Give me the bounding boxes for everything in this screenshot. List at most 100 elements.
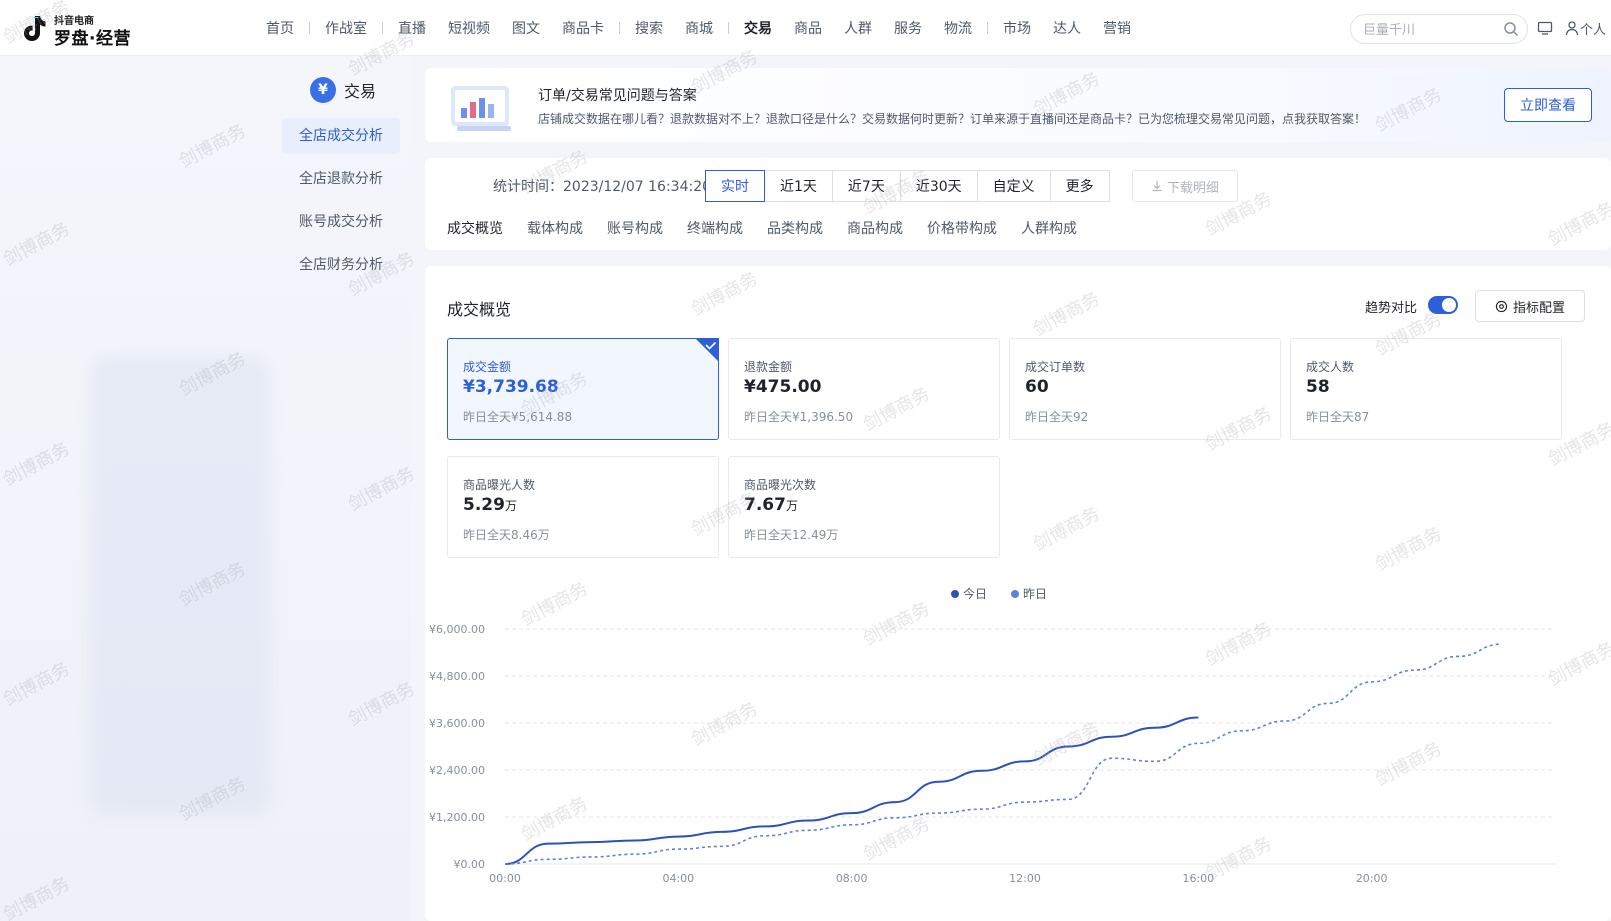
tab-account[interactable]: 账号构成 [607,218,663,238]
metric-label: 商品曝光人数 [463,478,536,492]
metric-config-button[interactable]: 指标配置 [1475,290,1585,322]
nav-divider [619,22,620,34]
legend-dot [1011,590,1019,598]
logo[interactable]: 抖音电商 罗盘·经营 [18,10,138,49]
view-now-button[interactable]: 立即查看 [1504,88,1592,122]
nav-market[interactable]: 市场 [992,18,1042,38]
nav-home[interactable]: 首页 [255,18,305,38]
settings-icon [1495,300,1508,312]
x-axis-ticks: 00:00 04:00 08:00 12:00 16:00 20:00 [489,872,1387,885]
time-custom-button[interactable]: 自定义 [976,170,1051,202]
metric-yesterday: 昨日全天8.46万 [463,528,550,542]
search-input[interactable] [1363,20,1498,40]
top-nav: 首页 作战室 直播 短视频 图文 商品卡 搜索 商城 交易 商品 人群 服务 物… [255,0,1142,56]
sidebar-decoration [90,356,270,816]
x-tick-label: 16:00 [1182,872,1214,885]
legend-label[interactable]: 昨日 [1023,587,1047,601]
y-axis-ticks: ¥0.00 ¥1,200.00 ¥2,400.00 ¥3,600.00 ¥4,800.0… [429,623,485,871]
tab-carrier[interactable]: 载体构成 [527,218,583,238]
analysis-subtabs: 成交概览 载体构成 账号构成 终端构成 品类构成 商品构成 价格带构成 人群构成 [447,218,1101,238]
nav-search[interactable]: 搜索 [624,18,674,38]
nav-live[interactable]: 直播 [387,18,437,38]
tab-audience[interactable]: 人群构成 [1021,218,1077,238]
metric-value: 7.67万 [744,495,798,515]
metric-yesterday: 昨日全天92 [1025,410,1089,424]
time-30days-button[interactable]: 近30天 [899,170,978,202]
y-tick-label: ¥4,800.00 [429,670,485,683]
time-more-button[interactable]: 更多 [1049,170,1110,202]
metric-card-refund[interactable]: 退款金额 ¥475.00 昨日全天¥1,396.50 [728,338,1000,440]
sidebar-item-store-finance-analysis[interactable]: 全店财务分析 [282,247,400,283]
nav-logistics[interactable]: 物流 [933,18,983,38]
metric-value: ¥3,739.68 [463,377,559,397]
top-header: 抖音电商 罗盘·经营 首页 作战室 直播 短视频 图文 商品卡 搜索 商城 交易… [0,0,1611,56]
nav-trade[interactable]: 交易 [733,18,783,38]
metric-yesterday: 昨日全天87 [1306,410,1370,424]
user-icon[interactable] [1565,20,1579,36]
banner-title: 订单/交易常见问题与答案 [538,88,697,104]
time-realtime-button[interactable]: 实时 [705,170,765,202]
nav-image-text[interactable]: 图文 [501,18,551,38]
metric-card-exposure-times[interactable]: 商品曝光次数 7.67万 昨日全天12.49万 [728,456,1000,558]
metric-yesterday: 昨日全天¥1,396.50 [744,410,854,424]
time-1day-button[interactable]: 近1天 [764,170,833,202]
search-icon[interactable] [1503,21,1519,37]
sidebar: ¥ 交易 全店成交分析 全店退款分析 账号成交分析 全店财务分析 [0,56,410,921]
toggle-knob [1442,298,1456,312]
metric-label: 退款金额 [744,360,793,374]
nav-marketing[interactable]: 营销 [1092,18,1142,38]
sidebar-section-title: ¥ 交易 [310,76,376,104]
x-tick-label: 04:00 [662,872,694,885]
tab-price-band[interactable]: 价格带构成 [927,218,997,238]
nav-product[interactable]: 商品 [783,18,833,38]
x-tick-label: 00:00 [489,872,521,885]
tab-category[interactable]: 品类构成 [767,218,823,238]
y-tick-label: ¥1,200.00 [429,811,485,824]
nav-war-room[interactable]: 作战室 [314,18,378,38]
nav-service[interactable]: 服务 [883,18,933,38]
metric-label: 成交订单数 [1025,360,1086,374]
download-label: 下载明细 [1166,180,1219,196]
metric-card-orders[interactable]: 成交订单数 60 昨日全天92 [1009,338,1281,440]
logo-title: 罗盘·经营 [54,29,131,49]
nav-mall[interactable]: 商城 [674,18,724,38]
x-tick-label: 20:00 [1356,872,1388,885]
y-tick-label: ¥0.00 [454,858,486,871]
metric-number: 60 [1025,377,1049,397]
y-tick-label: ¥3,600.00 [429,717,485,730]
tab-overview[interactable]: 成交概览 [447,218,503,238]
nav-short-video[interactable]: 短视频 [437,18,501,38]
overview-panel: 成交概览 趋势对比 指标配置 成交金额 ¥3,739.68 昨日全天¥5,614… [425,266,1611,921]
tab-product[interactable]: 商品构成 [847,218,903,238]
trend-compare-label: 趋势对比 [1365,301,1418,316]
yen-icon: ¥ [310,77,336,103]
sidebar-item-store-refund-analysis[interactable]: 全店退款分析 [282,161,400,197]
y-tick-label: ¥6,000.00 [429,623,485,636]
legend-label[interactable]: 今日 [963,586,987,601]
time-7days-button[interactable]: 近7天 [831,170,901,202]
nav-product-card[interactable]: 商品卡 [551,18,615,38]
legend-dot [951,590,959,598]
search-box[interactable] [1350,14,1528,44]
tab-terminal[interactable]: 终端构成 [687,218,743,238]
download-details-button[interactable]: 下载明细 [1132,170,1238,202]
metric-number: 5.29 [463,495,505,515]
sidebar-item-account-trade-analysis[interactable]: 账号成交分析 [282,204,400,240]
metric-label: 成交金额 [463,360,512,374]
metric-card-buyers[interactable]: 成交人数 58 昨日全天87 [1290,338,1562,440]
nav-influencer[interactable]: 达人 [1042,18,1092,38]
filter-panel: 统计时间：2023/12/07 16:34:20 实时 近1天 近7天 近30天… [425,158,1611,250]
metric-card-exposure-users[interactable]: 商品曝光人数 5.29万 昨日全天8.46万 [447,456,719,558]
sidebar-item-store-trade-analysis[interactable]: 全店成交分析 [282,118,400,154]
monitor-icon[interactable] [1537,20,1553,36]
trend-compare-toggle[interactable] [1428,296,1458,314]
metric-value: 58 [1306,377,1330,397]
x-tick-label: 08:00 [836,872,868,885]
user-menu-label[interactable]: 个人 [1580,19,1606,38]
stat-time: 统计时间：2023/12/07 16:34:20 [493,179,712,195]
nav-audience[interactable]: 人群 [833,18,883,38]
metric-label: 商品曝光次数 [744,478,817,492]
metric-label: 成交人数 [1306,360,1355,374]
metric-card-gmv[interactable]: 成交金额 ¥3,739.68 昨日全天¥5,614.88 [447,338,719,440]
nav-divider [382,22,383,34]
